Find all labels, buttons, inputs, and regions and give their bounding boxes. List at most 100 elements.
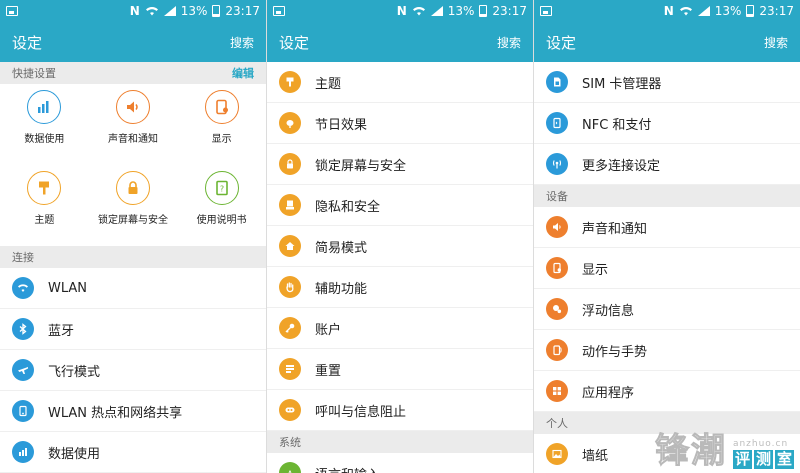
settings-item-label: 节日效果 [315, 117, 368, 133]
lock-icon [115, 171, 150, 205]
display-icon [204, 90, 239, 124]
page-title: 设定 [12, 33, 43, 52]
wifi-status-icon [679, 7, 692, 16]
settings-item-nfc-payment[interactable]: NFC 和支付 [534, 103, 800, 144]
home-icon [279, 235, 301, 257]
settings-item-applications[interactable]: 应用程序 [534, 371, 800, 412]
quick-sound[interactable]: 声音和通知 [89, 90, 178, 163]
quick-settings-grid: 数据使用 声音和通知 显示 主题 锁定屏幕与安全 ? 使用说明书 [0, 84, 266, 246]
battery-icon [212, 5, 221, 17]
settings-item-festival-effect[interactable]: 节日效果 [267, 103, 533, 144]
settings-item-theme[interactable]: 主题 [267, 62, 533, 103]
settings-item-label: 更多连接设定 [582, 158, 661, 174]
speaker-icon [546, 216, 568, 238]
section-header-quick: 快捷设置 编辑 [0, 62, 266, 84]
nfc-icon: N [396, 4, 407, 18]
privacy-icon [279, 194, 301, 216]
settings-item-accessibility[interactable]: 辅助功能 [267, 267, 533, 308]
hand-icon [279, 276, 301, 298]
settings-item-label: 重置 [315, 363, 342, 379]
quick-display[interactable]: 显示 [177, 90, 266, 163]
reset-icon [279, 358, 301, 380]
app-bar: 设定 搜索 [534, 22, 800, 62]
quick-label: 使用说明书 [196, 215, 247, 226]
clock: 23:17 [225, 4, 260, 18]
settings-panel-3: N 13% 23:17 设定 搜索 SIM 卡管理器 NFC 和支付 更多连接设… [533, 0, 800, 473]
battery-percent: 13% [714, 4, 742, 18]
settings-item-label: 呼叫与信息阻止 [315, 404, 407, 420]
settings-item-label: 显示 [582, 262, 609, 278]
book-icon: ? [204, 171, 239, 205]
settings-item-privacy[interactable]: 隐私和安全 [267, 185, 533, 226]
settings-item-hotspot[interactable]: WLAN 热点和网络共享 [0, 391, 266, 432]
bubble-icon [546, 298, 568, 320]
settings-item-accounts[interactable]: 账户 [267, 308, 533, 349]
settings-item-label: 飞行模式 [48, 364, 101, 380]
settings-item-lock-screen[interactable]: 锁定屏幕与安全 [267, 144, 533, 185]
settings-item-reset[interactable]: 重置 [267, 349, 533, 390]
lock-icon [279, 153, 301, 175]
settings-item-airplane-mode[interactable]: 飞行模式 [0, 350, 266, 391]
battery-icon [746, 5, 755, 17]
bar-chart-icon [27, 90, 62, 124]
antenna-icon [546, 153, 568, 175]
settings-item-bluetooth[interactable]: 蓝牙 [0, 309, 266, 350]
settings-item-sound[interactable]: 声音和通知 [534, 207, 800, 248]
quick-label: 锁定屏幕与安全 [97, 215, 168, 226]
settings-item-label: 浮动信息 [582, 303, 635, 319]
settings-item-sim-manager[interactable]: SIM 卡管理器 [534, 62, 800, 103]
quick-label: 主题 [34, 215, 55, 226]
nfc-icon: N [129, 4, 140, 18]
battery-percent: 13% [180, 4, 208, 18]
settings-item-easy-mode[interactable]: 简易模式 [267, 226, 533, 267]
quick-lock-screen[interactable]: 锁定屏幕与安全 [89, 171, 178, 244]
wifi-status-icon [412, 7, 425, 16]
key-icon [279, 317, 301, 339]
quick-user-manual[interactable]: ? 使用说明书 [177, 171, 266, 244]
signal-icon [697, 6, 710, 16]
quick-theme[interactable]: 主题 [0, 171, 89, 244]
settings-item-label: 锁定屏幕与安全 [315, 158, 407, 174]
search-button[interactable]: 搜索 [497, 34, 521, 51]
page-title: 设定 [279, 33, 310, 52]
block-icon [279, 399, 301, 421]
nfc-icon [546, 112, 568, 134]
search-button[interactable]: 搜索 [764, 34, 788, 51]
settings-item-label: WLAN [48, 280, 88, 296]
section-label: 连接 [12, 251, 34, 264]
screenshot-icon [540, 6, 552, 16]
nfc-icon: N [663, 4, 674, 18]
edit-button[interactable]: 编辑 [232, 65, 254, 81]
wifi-icon [12, 277, 34, 299]
search-button[interactable]: 搜索 [230, 34, 254, 51]
section-header-personal: 个人 [534, 412, 800, 434]
display-icon [546, 257, 568, 279]
signal-icon [163, 6, 176, 16]
settings-item-wlan[interactable]: WLAN [0, 268, 266, 309]
lantern-icon [279, 112, 301, 134]
clock: 23:17 [759, 4, 794, 18]
settings-item-display[interactable]: 显示 [534, 248, 800, 289]
quick-label: 显示 [211, 134, 232, 145]
settings-panel-2: N 13% 23:17 设定 搜索 主题 节日效果 锁定屏幕与安全 隐私和安全 … [266, 0, 533, 473]
settings-item-label: 声音和通知 [582, 221, 648, 237]
wifi-status-icon [145, 7, 158, 16]
settings-item-data-usage[interactable]: 数据使用 [0, 432, 266, 473]
settings-item-call-block[interactable]: 呼叫与信息阻止 [267, 390, 533, 431]
hotspot-icon [12, 400, 34, 422]
settings-item-label: 动作与手势 [582, 344, 648, 360]
battery-icon [479, 5, 488, 17]
status-bar: N 13% 23:17 [267, 0, 533, 22]
settings-item-more-connections[interactable]: 更多连接设定 [534, 144, 800, 185]
settings-item-label: WLAN 热点和网络共享 [48, 405, 183, 421]
settings-item-language-input[interactable]: A 语言和输入 [267, 453, 533, 473]
settings-item-motion-gestures[interactable]: 动作与手势 [534, 330, 800, 371]
signal-icon [430, 6, 443, 16]
quick-data-usage[interactable]: 数据使用 [0, 90, 89, 163]
section-label: 设备 [546, 190, 568, 203]
app-bar: 设定 搜索 [0, 22, 266, 62]
settings-item-floating-message[interactable]: 浮动信息 [534, 289, 800, 330]
screenshot-icon [273, 6, 285, 16]
settings-item-wallpaper[interactable]: 墙纸 [534, 434, 800, 473]
settings-item-label: 简易模式 [315, 240, 368, 256]
